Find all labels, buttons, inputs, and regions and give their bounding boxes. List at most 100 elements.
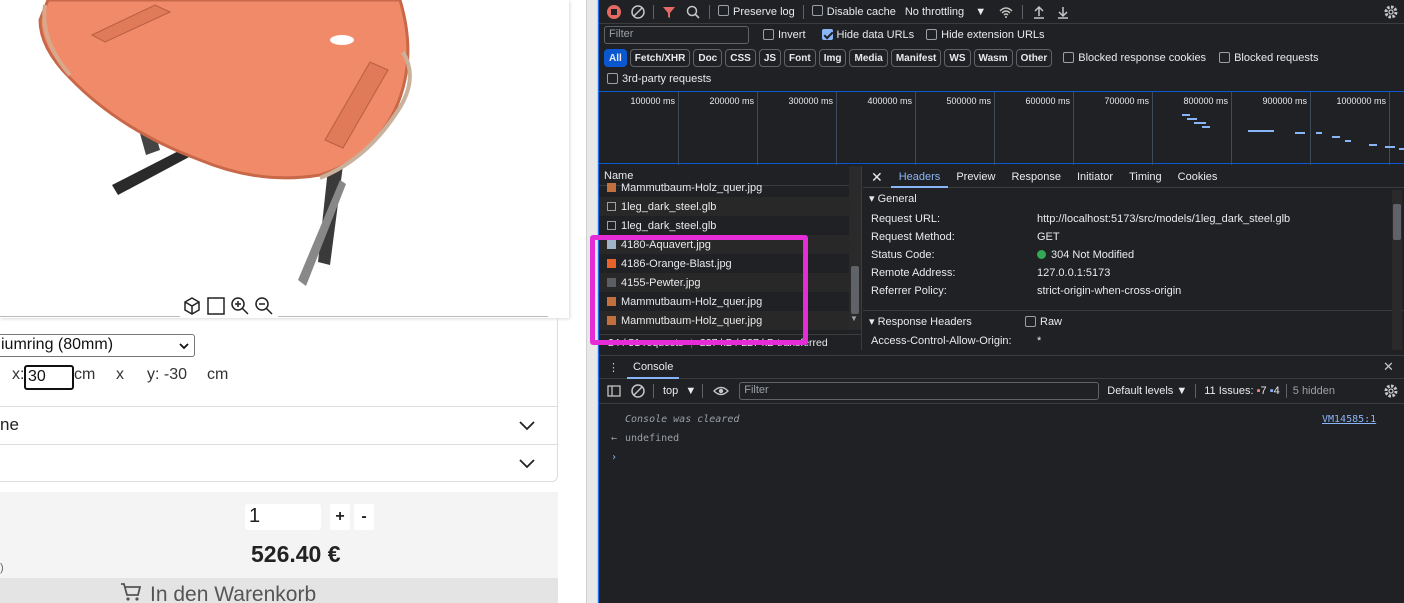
drawer-menu-icon[interactable]: ⋮: [608, 361, 619, 374]
source-link[interactable]: VM14585:1: [1322, 410, 1376, 429]
tab-timing[interactable]: Timing: [1121, 166, 1170, 188]
type-filter-ws[interactable]: WS: [944, 49, 971, 67]
close-details-icon[interactable]: ✕: [863, 166, 891, 188]
accordion-section[interactable]: ne: [0, 406, 558, 444]
close-drawer-icon[interactable]: ✕: [1383, 359, 1394, 375]
request-row[interactable]: Mammutbaum-Holz_quer.jpg: [599, 178, 861, 197]
export-har-icon[interactable]: [1055, 4, 1071, 20]
type-filter-fetch-xhr[interactable]: Fetch/XHR: [629, 49, 691, 67]
timeline-gridline: [836, 92, 837, 165]
console-settings-gear-icon[interactable]: [1383, 383, 1399, 399]
console-prompt[interactable]: ›: [599, 448, 1404, 467]
add-to-cart-label: In den Warenkorb: [150, 583, 317, 603]
request-row[interactable]: 4186-Orange-Blast.jpg: [599, 254, 861, 273]
request-row[interactable]: 1leg_dark_steel.glb: [599, 197, 861, 216]
quantity-plus-button[interactable]: +: [330, 504, 350, 530]
stop-recording-icon[interactable]: [606, 4, 622, 20]
clear-icon[interactable]: [630, 4, 646, 20]
type-filter-font[interactable]: Font: [784, 49, 816, 67]
type-filter-css[interactable]: CSS: [725, 49, 756, 67]
timeline-gridline: [1152, 92, 1153, 165]
network-filter-input[interactable]: Filter: [604, 26, 749, 44]
invert-checkbox[interactable]: Invert: [763, 28, 806, 41]
details-scrollbar[interactable]: [1392, 190, 1402, 350]
sidebar-toggle-icon[interactable]: [606, 383, 622, 399]
square-icon[interactable]: [206, 296, 226, 316]
context-select[interactable]: top ▼: [663, 385, 696, 397]
request-name: 4186-Orange-Blast.jpg: [621, 257, 732, 270]
third-party-checkbox[interactable]: 3rd-party requests: [607, 72, 711, 85]
filter-icon[interactable]: [661, 4, 677, 20]
blocked-requests-checkbox[interactable]: Blocked requests: [1219, 51, 1318, 64]
clear-console-icon[interactable]: [630, 383, 646, 399]
x-position-input[interactable]: 30: [24, 365, 74, 390]
general-section-toggle[interactable]: ▾ General: [863, 188, 1404, 210]
type-filter-media[interactable]: Media: [849, 49, 888, 67]
preserve-log-checkbox[interactable]: Preserve log: [718, 5, 795, 18]
tab-preview[interactable]: Preview: [948, 166, 1003, 188]
type-filter-other[interactable]: Other: [1015, 49, 1053, 67]
import-har-icon[interactable]: [1031, 4, 1047, 20]
throttling-select[interactable]: No throttling ▼: [905, 6, 986, 18]
timeline-gridline: [915, 92, 916, 165]
blocked-response-cookies-checkbox[interactable]: Blocked response cookies: [1063, 51, 1206, 64]
network-overview-timeline[interactable]: 100000 ms 200000 ms 300000 ms 400000 ms 5000…: [599, 91, 1404, 165]
throttling-value: No throttling: [904, 5, 965, 18]
console-filter-input[interactable]: Filter: [739, 382, 1100, 400]
zoom-in-icon[interactable]: [230, 296, 250, 316]
request-row[interactable]: 4180-Aquavert.jpg: [599, 235, 861, 254]
hide-extension-urls-checkbox[interactable]: Hide extension URLs: [926, 28, 1045, 41]
type-filter-img[interactable]: Img: [818, 49, 847, 67]
log-levels-select[interactable]: Default levels ▼: [1107, 385, 1187, 397]
quantity-minus-button[interactable]: -: [354, 504, 374, 530]
request-row[interactable]: 4155-Pewter.jpg: [599, 273, 861, 292]
tab-initiator[interactable]: Initiator: [1069, 166, 1121, 188]
type-filter-all[interactable]: All: [604, 49, 627, 67]
timeline-tick-label: 800000 ms: [1183, 96, 1228, 106]
type-filter-js[interactable]: JS: [758, 49, 782, 67]
header-key: Request URL:: [871, 213, 941, 225]
table-3d-model[interactable]: [0, 0, 569, 300]
chevron-down-icon[interactable]: [518, 417, 536, 437]
quantity-input[interactable]: 1: [245, 504, 321, 530]
devtools-resize-handle[interactable]: [586, 0, 600, 603]
chevron-down-icon[interactable]: [518, 455, 536, 475]
filter-bar: Filter Invert Hide data URLs Hide extens…: [599, 24, 1404, 46]
tab-console[interactable]: Console: [627, 356, 680, 379]
issues-button[interactable]: 11 Issues: ▪7 ▪4: [1204, 385, 1280, 397]
settings-gear-icon[interactable]: [1383, 4, 1399, 20]
timeline-request-bar: [1316, 132, 1322, 134]
response-headers-toggle[interactable]: ▾ Response Headers Raw: [863, 310, 1404, 332]
tab-cookies[interactable]: Cookies: [1170, 166, 1226, 188]
request-row[interactable]: Mammutbaum-Holz_quer.jpg: [599, 311, 861, 330]
console-message: Console was cleared VM14585:1: [599, 410, 1404, 429]
zoom-out-icon[interactable]: [254, 296, 274, 316]
raw-checkbox[interactable]: Raw: [1025, 311, 1062, 333]
request-row[interactable]: 1leg_dark_steel.glb: [599, 216, 861, 235]
type-filter-manifest[interactable]: Manifest: [890, 49, 942, 67]
timeline-gridline: [1389, 92, 1390, 165]
cube-icon[interactable]: [182, 296, 202, 316]
type-filter-wasm[interactable]: Wasm: [973, 49, 1013, 67]
ring-select[interactable]: iumring (80mm): [0, 334, 195, 357]
header-key: Access-Control-Allow-Origin:: [871, 335, 1012, 347]
add-to-cart-button[interactable]: In den Warenkorb: [0, 578, 558, 603]
timeline-request-bar: [1332, 136, 1340, 138]
request-list-scrollbar[interactable]: ▼: [849, 166, 861, 330]
type-filter-doc[interactable]: Doc: [693, 49, 723, 67]
accordion-section[interactable]: [0, 444, 558, 482]
request-row[interactable]: Mammutbaum-Holz_quer.jpg: [599, 292, 861, 311]
status-dot-icon: [1037, 249, 1046, 259]
tab-headers[interactable]: Headers: [890, 166, 949, 188]
search-icon[interactable]: [685, 4, 701, 20]
dropdown-arrow-icon: ▼: [1176, 385, 1188, 397]
network-conditions-icon[interactable]: [998, 4, 1014, 20]
timeline-gridline: [1231, 92, 1232, 165]
tab-response[interactable]: Response: [1003, 166, 1069, 188]
hide-data-urls-checkbox[interactable]: Hide data URLs: [821, 28, 914, 41]
3d-viewer[interactable]: [0, 0, 569, 318]
chevron-down-icon: [178, 339, 190, 357]
console-result-text: undefined: [625, 433, 680, 444]
disable-cache-checkbox[interactable]: Disable cache: [811, 5, 896, 18]
live-expression-eye-icon[interactable]: [713, 383, 730, 399]
